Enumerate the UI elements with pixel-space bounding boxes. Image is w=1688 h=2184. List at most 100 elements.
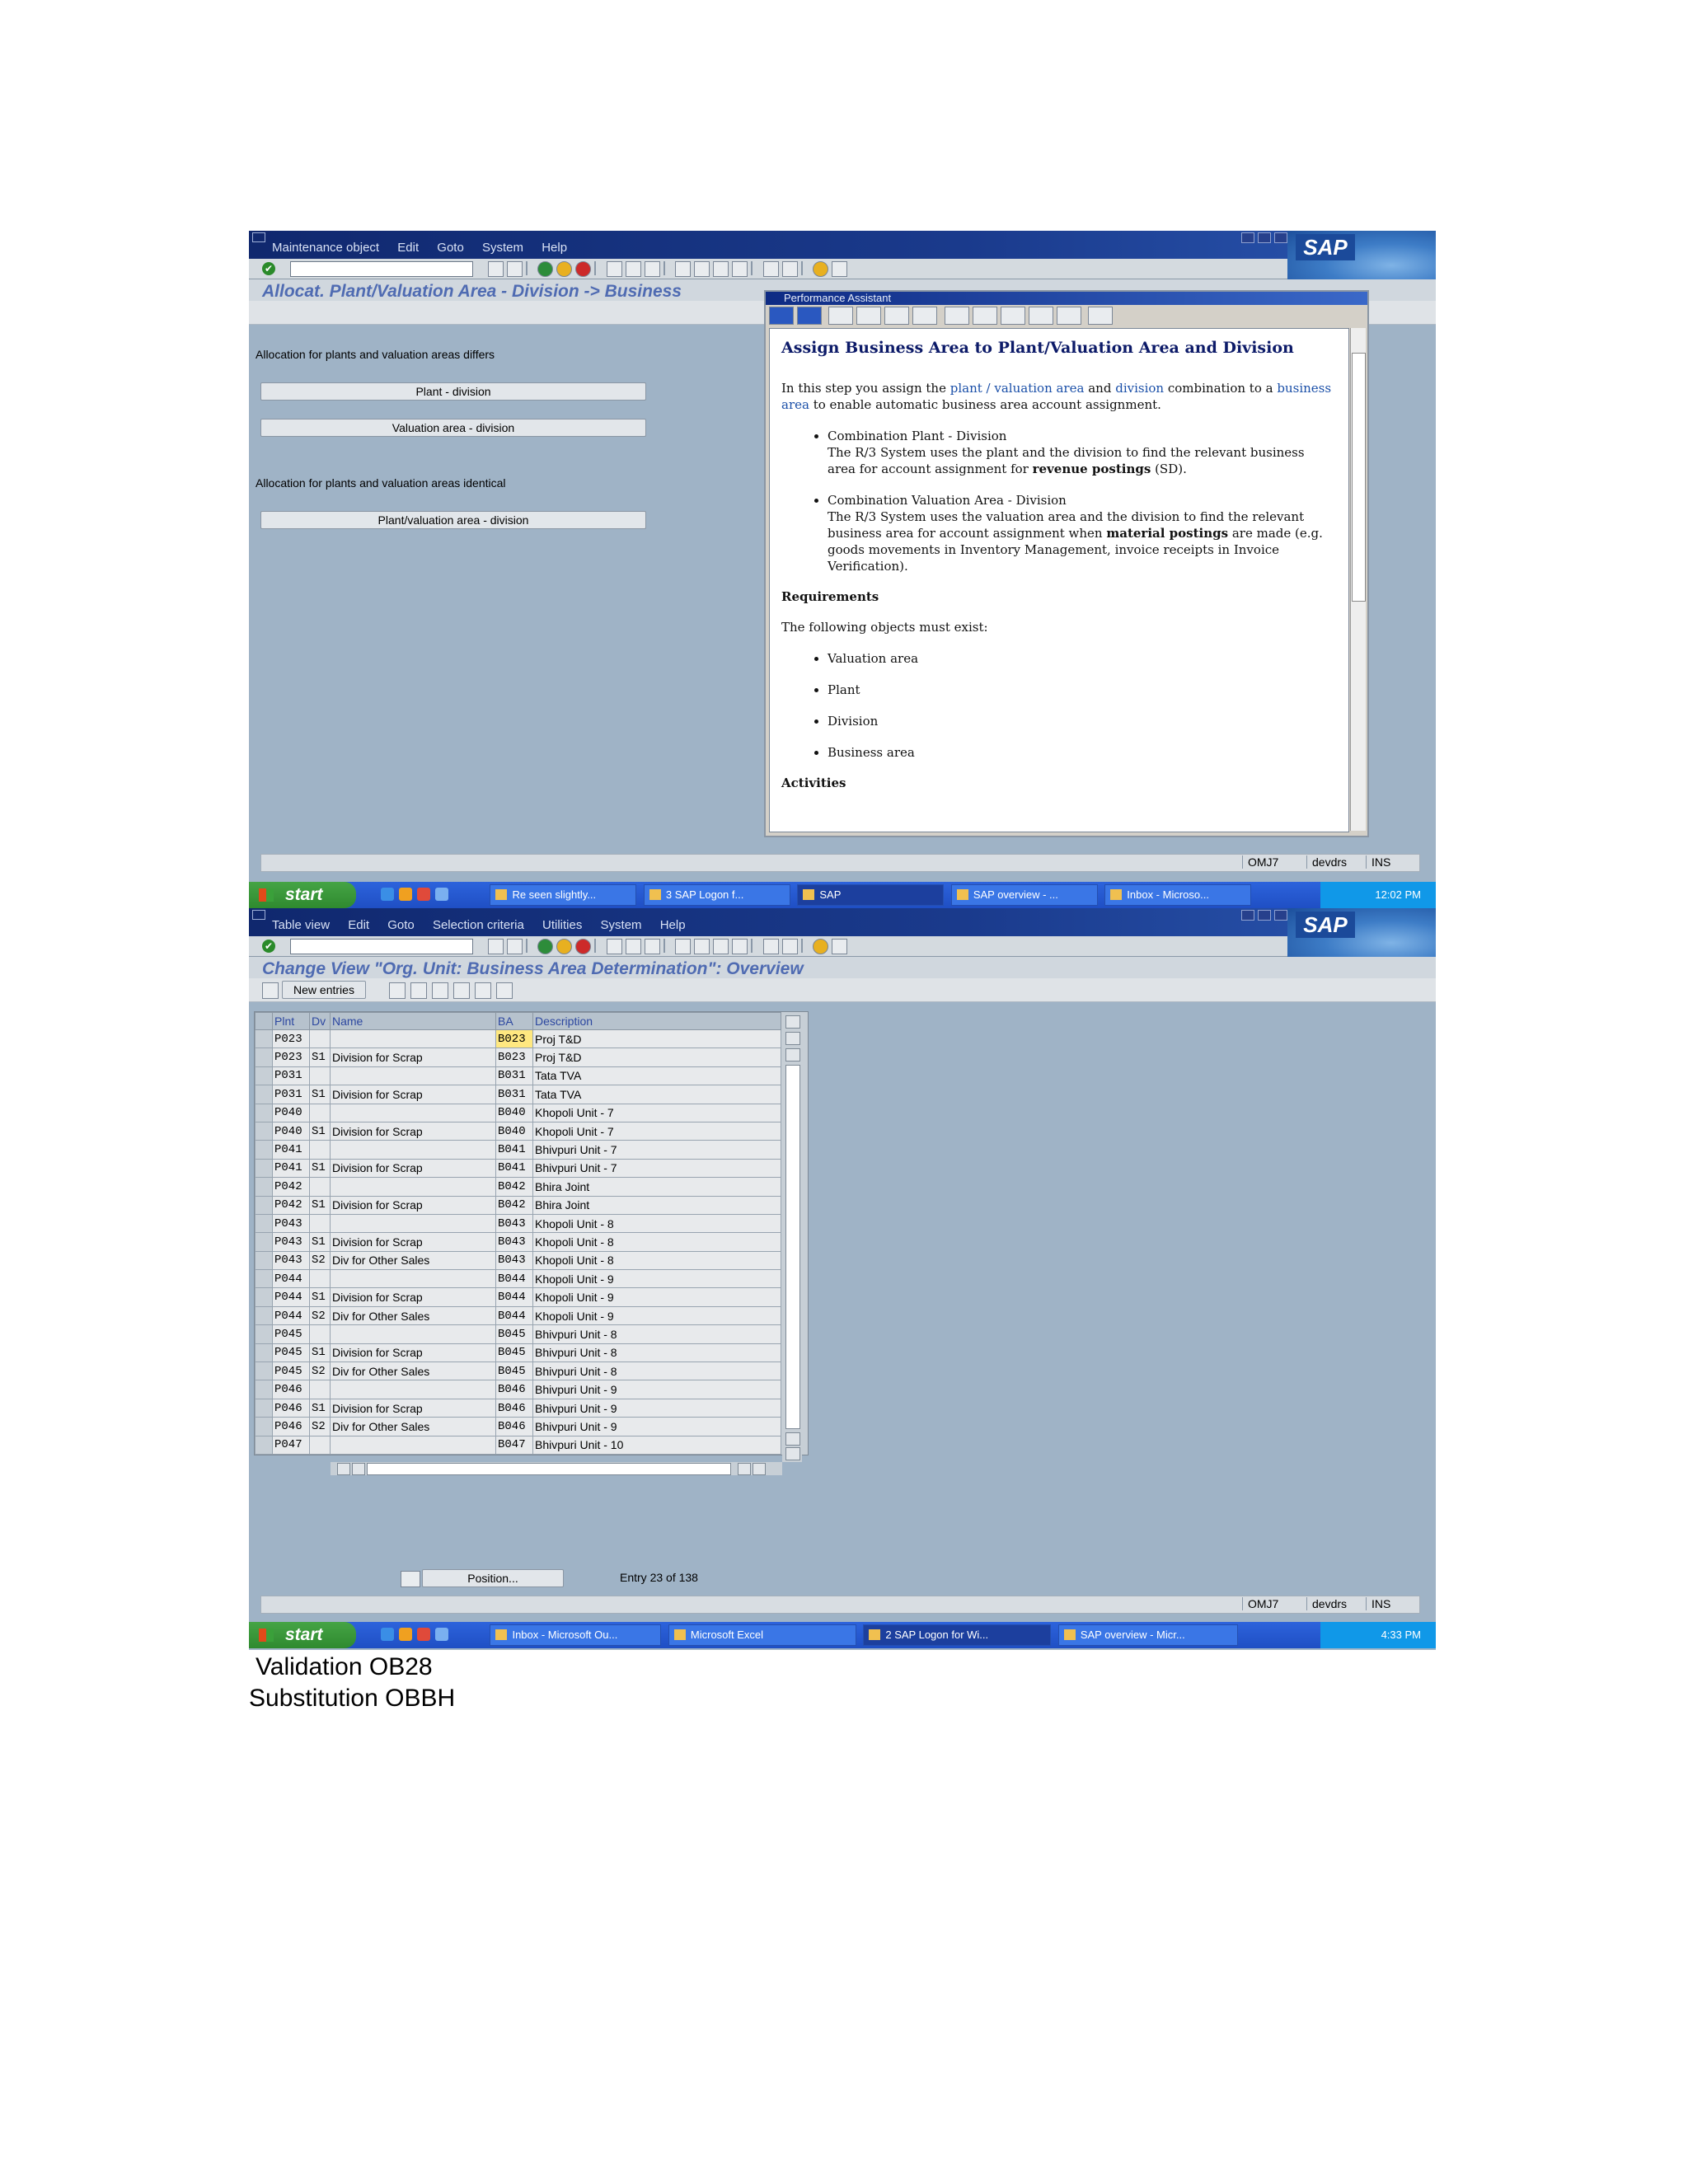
window-menu-icon[interactable] xyxy=(252,910,265,920)
back-history-icon[interactable] xyxy=(488,261,504,277)
minimize-icon[interactable] xyxy=(1241,232,1254,243)
table-row[interactable]: P041 S1 Division for Scrap B041 Bhivpuri Uni… xyxy=(255,1158,781,1179)
menu-edit[interactable]: Edit xyxy=(397,241,419,255)
new-session-icon[interactable] xyxy=(762,261,779,277)
select-all-cell[interactable] xyxy=(255,1012,273,1030)
row-selector[interactable] xyxy=(255,1380,273,1399)
business-area-cell[interactable]: B047 xyxy=(495,1435,533,1455)
business-area-cell[interactable]: B045 xyxy=(495,1343,533,1363)
minimize-icon[interactable] xyxy=(1241,910,1254,921)
business-area-cell[interactable]: B045 xyxy=(495,1324,533,1344)
taskbar-task[interactable]: SAP xyxy=(797,884,945,906)
row-selector[interactable] xyxy=(255,1140,273,1160)
quicklaunch-outlook-icon[interactable] xyxy=(399,888,412,901)
table-vertical-scrollbar[interactable] xyxy=(782,1012,802,1462)
new-session-icon[interactable] xyxy=(762,939,779,954)
undo-icon[interactable] xyxy=(432,982,448,999)
info-icon[interactable] xyxy=(912,307,938,325)
table-row[interactable]: P044 S2 Div for Other Sales B044 Khopoli Uni… xyxy=(255,1305,781,1326)
start-button[interactable]: start xyxy=(249,882,356,908)
business-area-cell[interactable]: B042 xyxy=(495,1195,533,1215)
row-selector[interactable] xyxy=(255,1232,273,1252)
back-icon[interactable] xyxy=(537,261,554,277)
enter-icon[interactable]: ✔ xyxy=(262,262,275,275)
scroll-down-icon[interactable] xyxy=(785,1048,800,1062)
table-row[interactable]: P023 S1 Division for Scrap B023 Proj T&D xyxy=(255,1047,781,1067)
assistant-scrollbar[interactable] xyxy=(1350,328,1366,831)
quicklaunch-ie-icon[interactable] xyxy=(381,1628,394,1641)
menu-selection-criteria[interactable]: Selection criteria xyxy=(433,918,524,932)
next-page-icon[interactable] xyxy=(713,261,729,277)
back-icon[interactable] xyxy=(537,939,554,954)
row-selector[interactable] xyxy=(255,1195,273,1215)
table-row[interactable]: P031 B031 Tata TVA xyxy=(255,1066,781,1086)
window-menu-icon[interactable] xyxy=(252,232,265,242)
sap-library-icon[interactable] xyxy=(1000,307,1025,325)
next-page-icon[interactable] xyxy=(713,939,729,954)
close-assistant-icon[interactable] xyxy=(1088,307,1114,325)
row-selector[interactable] xyxy=(255,1158,273,1179)
scroll-thumb[interactable] xyxy=(1352,353,1366,602)
table-row[interactable]: P042 S1 Division for Scrap B042 Bhira Joint xyxy=(255,1195,781,1215)
save-icon[interactable] xyxy=(507,939,523,954)
scroll-track[interactable] xyxy=(367,1463,731,1475)
table-row[interactable]: P043 S1 Division for Scrap B043 Khopoli Unit… xyxy=(255,1232,781,1252)
row-selector[interactable] xyxy=(255,1417,273,1436)
row-selector[interactable] xyxy=(255,1343,273,1363)
quicklaunch-app-icon[interactable] xyxy=(417,888,430,901)
column-header-description[interactable]: Description xyxy=(532,1012,781,1030)
table-row[interactable]: P045 S2 Div for Other Sales B045 Bhivpuri Un… xyxy=(255,1361,781,1381)
menu-system[interactable]: System xyxy=(601,918,642,932)
find-next-icon[interactable] xyxy=(644,939,660,954)
select-all-icon[interactable] xyxy=(453,982,470,999)
print-icon[interactable] xyxy=(1056,307,1081,325)
cancel-icon[interactable] xyxy=(575,939,592,954)
row-selector[interactable] xyxy=(255,1361,273,1381)
quicklaunch-ie-icon[interactable] xyxy=(381,888,394,901)
plant-division-button[interactable]: Plant - division xyxy=(260,382,646,401)
tree-icon[interactable] xyxy=(856,307,882,325)
scroll-left-icon[interactable] xyxy=(738,1463,751,1475)
help-icon[interactable] xyxy=(813,261,829,277)
exit-icon[interactable] xyxy=(556,939,573,954)
menu-goto[interactable]: Goto xyxy=(387,918,415,932)
page-down-icon[interactable] xyxy=(785,1447,800,1460)
table-row[interactable]: P041 B041 Bhivpuri Unit - 7 xyxy=(255,1140,781,1160)
back-arrow-icon[interactable] xyxy=(769,307,794,325)
table-horizontal-scrollbar[interactable] xyxy=(331,1462,782,1475)
close-icon[interactable] xyxy=(1274,910,1287,921)
prev-page-icon[interactable] xyxy=(694,261,710,277)
table-row[interactable]: P044 S1 Division for Scrap B044 Khopoli Unit… xyxy=(255,1287,781,1307)
quicklaunch-outlook-icon[interactable] xyxy=(399,1628,412,1641)
table-row[interactable]: P046 S2 Div for Other Sales B046 Bhivpuri Un… xyxy=(255,1417,781,1436)
row-selector[interactable] xyxy=(255,1213,273,1234)
taskbar-task[interactable]: 2 SAP Logon for Wi... xyxy=(863,1624,1052,1646)
table-row[interactable]: P042 B042 Bhira Joint xyxy=(255,1177,781,1197)
table-row[interactable]: P047 B047 Bhivpuri Unit - 10 xyxy=(255,1435,781,1455)
deselect-all-icon[interactable] xyxy=(496,982,513,999)
back-history-icon[interactable] xyxy=(488,939,504,954)
copy-icon[interactable] xyxy=(389,982,406,999)
column-header-name[interactable]: Name xyxy=(330,1012,496,1030)
row-selector[interactable] xyxy=(255,1177,273,1197)
exit-icon[interactable] xyxy=(556,261,573,277)
delete-icon[interactable] xyxy=(410,982,427,999)
scroll-left-icon[interactable] xyxy=(337,1463,350,1475)
row-selector[interactable] xyxy=(255,1250,273,1271)
table-row[interactable]: P043 B043 Khopoli Unit - 8 xyxy=(255,1213,781,1234)
business-area-cell[interactable]: B046 xyxy=(495,1398,533,1418)
table-row[interactable]: P045 B045 Bhivpuri Unit - 8 xyxy=(255,1324,781,1344)
command-field[interactable] xyxy=(290,261,473,277)
row-selector[interactable] xyxy=(255,1435,273,1455)
row-selector[interactable] xyxy=(255,1085,273,1104)
menu-help[interactable]: Help xyxy=(542,241,567,255)
business-area-cell[interactable]: B040 xyxy=(495,1103,533,1122)
plant-valuation-area-division-button[interactable]: Plant/valuation area - division xyxy=(260,511,646,529)
scroll-up-icon[interactable] xyxy=(785,1032,800,1045)
menu-table-view[interactable]: Table view xyxy=(272,918,330,932)
shortcut-icon[interactable] xyxy=(781,939,798,954)
taskbar-task[interactable]: Inbox - Microsoft Ou... xyxy=(490,1624,662,1646)
business-area-cell[interactable]: B044 xyxy=(495,1305,533,1326)
scroll-track[interactable] xyxy=(785,1065,800,1429)
taskbar-task[interactable]: Re seen slightly... xyxy=(490,884,637,906)
